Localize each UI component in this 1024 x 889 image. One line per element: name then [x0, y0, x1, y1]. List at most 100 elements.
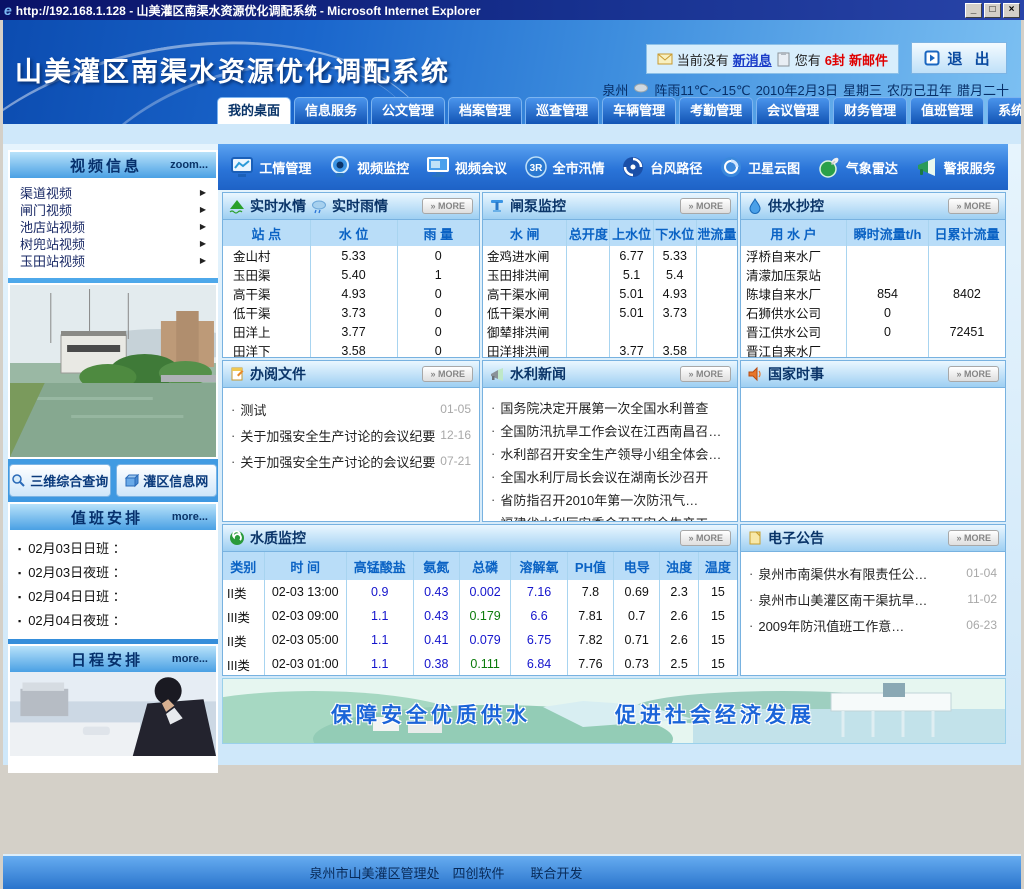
right-arrow-icon: ▶: [200, 256, 206, 265]
query-3d-button[interactable]: 三维综合查询: [9, 464, 111, 497]
video-item-shudou[interactable]: 树兜站视频▶: [20, 235, 206, 252]
tool-video-monitor[interactable]: 视频监控: [328, 155, 409, 179]
news-link[interactable]: ·全国水利厅局长会议在湖南长沙召开: [491, 465, 729, 488]
cell: 6.6: [511, 604, 568, 628]
table-row: 晋江供水公司072451: [741, 322, 1005, 341]
cell: 3.58: [653, 341, 696, 358]
tool-satellite-cloud[interactable]: 卫星云图: [719, 155, 800, 179]
typhoon-icon: [621, 155, 645, 179]
title-bar: e http://192.168.1.128 - 山美灌区南渠水资源优化调配系统…: [0, 0, 1024, 20]
cell: 15: [698, 652, 737, 676]
news-link[interactable]: ·水利部召开安全生产领导小组全体会…: [491, 442, 729, 465]
video-item-yutian[interactable]: 玉田站视频▶: [20, 252, 206, 269]
cell: 0: [847, 303, 929, 322]
right-arrow-icon: ▶: [200, 239, 206, 248]
duty-more-link[interactable]: more...: [172, 511, 208, 523]
cell: 低干渠: [223, 303, 310, 322]
news-link[interactable]: ·全国防汛抗旱工作会议在江西南昌召…: [491, 419, 729, 442]
bulletin-link[interactable]: ·泉州市山美灌区南干渠抗旱…11-02: [749, 586, 997, 612]
table-row: 清濛加压泵站: [741, 265, 1005, 284]
cell: [567, 265, 610, 284]
tool-alarm-service[interactable]: 警报服务: [915, 155, 996, 179]
irrigation-net-button[interactable]: 灌区信息网: [116, 464, 218, 497]
video-zoom-link[interactable]: zoom...: [170, 159, 208, 171]
tab-my-desktop[interactable]: 我的桌面: [217, 97, 291, 124]
tool-project-status[interactable]: 工情管理: [230, 155, 311, 179]
cell: [696, 265, 737, 284]
cell: [567, 341, 610, 358]
ie-icon: e: [4, 2, 12, 18]
table-row: 高干渠水闸5.014.93: [483, 284, 737, 303]
video-item-chidian[interactable]: 池店站视频▶: [20, 218, 206, 235]
gate-more-button[interactable]: » MORE: [680, 198, 731, 214]
tool-label: 全市汛情: [553, 158, 605, 177]
col-header: 瞬时流量t/h: [847, 220, 929, 246]
water-more-button[interactable]: » MORE: [422, 198, 473, 214]
news-link[interactable]: ·省防指召开2010年第一次防汛气…: [491, 488, 729, 511]
quality-more-button[interactable]: » MORE: [680, 530, 731, 546]
cell: [567, 322, 610, 341]
gauge-chart-icon: [230, 155, 254, 179]
tool-video-conference[interactable]: 视频会议: [426, 155, 507, 179]
document-title: 关于加强安全生产讨论的会议纪要: [240, 452, 435, 471]
tab-duty-mgmt[interactable]: 值班管理: [910, 97, 984, 124]
tool-typhoon-path[interactable]: 台风路径: [621, 155, 702, 179]
tab-document-mgmt[interactable]: 公文管理: [371, 97, 445, 124]
cell: 0: [847, 322, 929, 341]
close-button[interactable]: ×: [1003, 3, 1020, 18]
cell: 1.1: [346, 652, 413, 676]
news-link[interactable]: ·福建省水利厅安委会召开安全生产工…: [491, 511, 729, 522]
svg-text:3R: 3R: [529, 163, 543, 174]
supply-more-button[interactable]: » MORE: [948, 198, 999, 214]
bulletin-link[interactable]: ·泉州市南渠供水有限责任公…01-04: [749, 560, 997, 586]
quality-value: 6.75: [527, 633, 551, 647]
tab-finance-mgmt[interactable]: 财务管理: [833, 97, 907, 124]
bulletin-link[interactable]: ·2009年防汛值班工作意…06-23: [749, 612, 997, 638]
maximize-button[interactable]: □: [984, 3, 1001, 18]
cell: 6.77: [610, 246, 653, 265]
cell: 0: [397, 341, 479, 358]
tool-weather-radar[interactable]: 气象雷达: [817, 155, 898, 179]
dot-bullet-icon: ·: [231, 428, 235, 443]
megaphone-icon: [915, 155, 939, 179]
tab-meeting-mgmt[interactable]: 会议管理: [756, 97, 830, 124]
cell: 0: [397, 246, 479, 265]
main-content: 工情管理 视频监控 视频会议 3R 全市汛情 台风路径 卫星云图: [3, 144, 1021, 750]
document-date: 07-21: [440, 454, 471, 468]
logout-label: 退 出: [947, 48, 993, 69]
logout-button[interactable]: 退 出: [911, 42, 1007, 74]
bulletin-more-button[interactable]: » MORE: [948, 530, 999, 546]
news-link[interactable]: ·国务院决定开展第一次全国水利普查: [491, 396, 729, 419]
flood-3r-icon: 3R: [524, 155, 548, 179]
minimize-button[interactable]: _: [965, 3, 982, 18]
col-header: 氨氮: [413, 552, 459, 580]
left-sidebar: 视频信息 zoom... 渠道视频▶ 闸门视频▶ 池店站视频▶ 树兜站视频▶ 玉…: [8, 150, 218, 748]
tab-vehicle-mgmt[interactable]: 车辆管理: [602, 97, 676, 124]
tab-inspection-mgmt[interactable]: 巡查管理: [525, 97, 599, 124]
cell: 1: [397, 265, 479, 284]
tab-archive-mgmt[interactable]: 档案管理: [448, 97, 522, 124]
documents-more-button[interactable]: » MORE: [422, 366, 473, 382]
col-header: 时 间: [264, 552, 346, 580]
document-link[interactable]: ·关于加强安全生产讨论的会议纪要12-16: [231, 422, 471, 448]
cell: 7.82: [567, 628, 613, 652]
duty-panel-title: 值班安排: [18, 507, 172, 528]
cell: 02-03 01:00: [264, 652, 346, 676]
quality-value: 0.9: [371, 585, 388, 599]
tab-info-service[interactable]: 信息服务: [294, 97, 368, 124]
document-link[interactable]: ·测试01-05: [231, 396, 471, 422]
news-more-button[interactable]: » MORE: [680, 366, 731, 382]
video-item-gate[interactable]: 闸门视频▶: [20, 201, 206, 218]
tab-system-mgmt[interactable]: 系统管理: [987, 97, 1021, 124]
national-more-button[interactable]: » MORE: [948, 366, 999, 382]
table-row: 金鸡进水闸6.775.33: [483, 246, 737, 265]
new-message-link[interactable]: 新消息: [733, 50, 772, 69]
bulletin-title: 泉州市山美灌区南干渠抗旱…: [758, 590, 927, 609]
tool-city-flood-info[interactable]: 3R 全市汛情: [524, 155, 605, 179]
document-link[interactable]: ·关于加强安全生产讨论的会议纪要07-21: [231, 448, 471, 474]
video-item-canal[interactable]: 渠道视频▶: [20, 184, 206, 201]
tab-attendance-mgmt[interactable]: 考勤管理: [679, 97, 753, 124]
schedule-more-link[interactable]: more...: [172, 653, 208, 665]
dot-bullet-icon: ·: [491, 469, 495, 484]
quality-value: 0.111: [470, 657, 499, 671]
